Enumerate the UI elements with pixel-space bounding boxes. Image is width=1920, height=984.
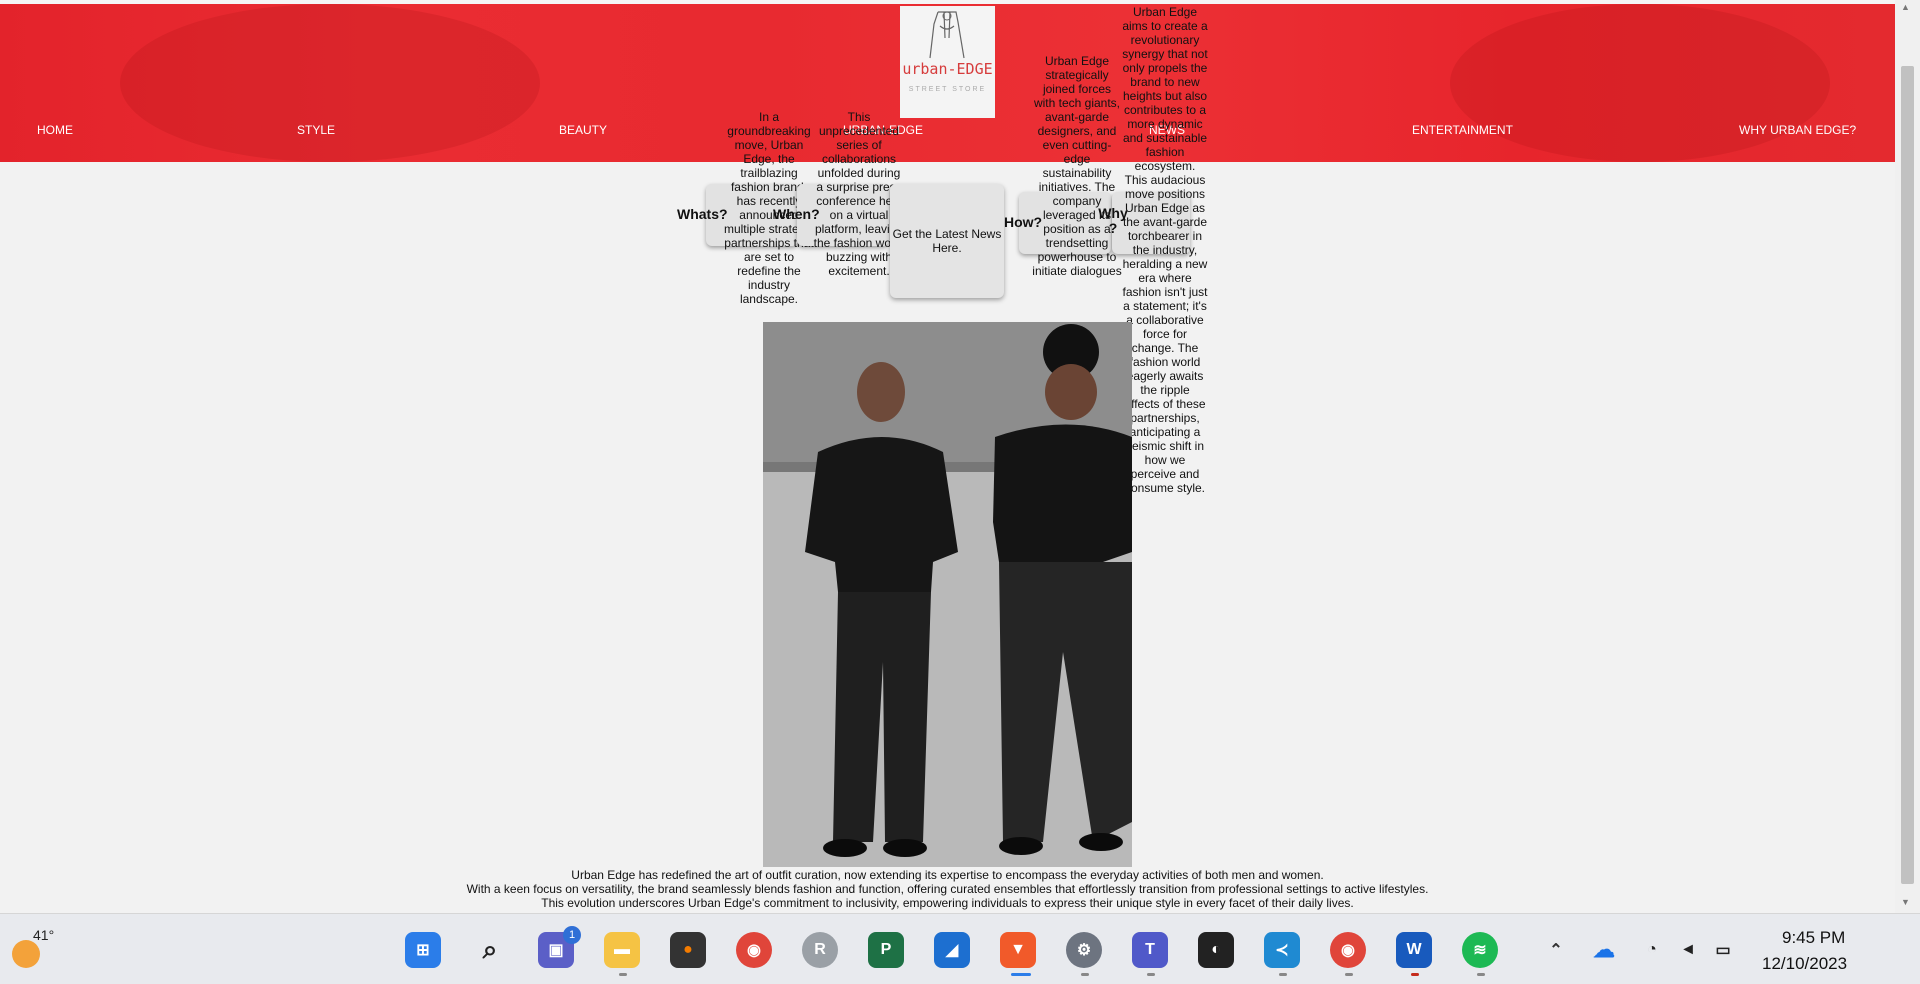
whats-title: Whats? <box>677 206 728 222</box>
file-explorer-icon[interactable]: ▬ <box>604 932 640 968</box>
battery-icon[interactable]: ▭ <box>1705 932 1741 968</box>
teams-icon[interactable]: T <box>1132 932 1168 968</box>
vertical-scrollbar[interactable]: ▲ ▼ <box>1895 0 1920 913</box>
footer-line-1: Urban Edge has redefined the art of outf… <box>571 868 1324 882</box>
chevron-up-icon[interactable]: ⌃ <box>1538 932 1574 968</box>
running-indicator <box>1279 973 1287 976</box>
hero-banner: urban-EDGE STREET STORE HOME STYLE BEAUT… <box>0 4 1895 162</box>
footer-line-2: With a keen focus on versatility, the br… <box>466 882 1429 896</box>
browser-viewport: urban-EDGE STREET STORE HOME STYLE BEAUT… <box>0 0 1895 913</box>
logo-tagline: STREET STORE <box>908 86 987 93</box>
onedrive-icon[interactable]: ☁ <box>1586 932 1622 968</box>
chat-badge: 1 <box>563 926 581 944</box>
wireshark-icon[interactable]: ◢ <box>934 932 970 968</box>
project-icon[interactable]: P <box>868 932 904 968</box>
scroll-up-icon[interactable]: ▲ <box>1901 2 1910 12</box>
running-indicator <box>1411 973 1419 976</box>
wifi-icon[interactable]: ◔ <box>1634 932 1670 968</box>
volume-icon[interactable]: ◄ <box>1670 932 1706 968</box>
nav-home[interactable]: HOME <box>37 123 73 137</box>
footer-line-3: This evolution underscores Urban Edge's … <box>541 896 1354 910</box>
imvu-icon[interactable]: ◐ <box>1198 932 1234 968</box>
scroll-down-icon[interactable]: ▼ <box>1901 897 1910 907</box>
start-icon[interactable]: ⊞ <box>405 932 441 968</box>
clock-date[interactable]: 12/10/2023 <box>1762 954 1847 974</box>
scroll-thumb[interactable] <box>1901 66 1914 884</box>
vscode-icon[interactable]: ≺ <box>1264 932 1300 968</box>
r-icon[interactable]: R <box>802 932 838 968</box>
chrome-profile-icon[interactable]: ◉ <box>1330 932 1366 968</box>
word-icon[interactable]: W <box>1396 932 1432 968</box>
weather-icon[interactable] <box>12 940 40 968</box>
footer-text: Urban Edge has redefined the art of outf… <box>0 868 1895 910</box>
settings-icon[interactable]: ⚙ <box>1066 932 1102 968</box>
brand-logo[interactable]: urban-EDGE STREET STORE <box>900 6 995 118</box>
running-indicator <box>1147 973 1155 976</box>
windows-taskbar: 41° ⊞ ⌕ ▣ 1 ▬ ● ◉ R P ◢ ▼ ⚙ T ◐ ≺ ◉ W ≋ … <box>0 913 1920 984</box>
weather-temp: 41° <box>33 927 55 943</box>
two-men-walking-image <box>763 322 1132 867</box>
why-text: Urban Edge aims to create a revolutionar… <box>1122 5 1208 495</box>
main-nav: HOME STYLE BEAUTY URBAN-EDGE NEWS ENTERT… <box>0 123 1895 139</box>
running-indicator <box>1081 973 1089 976</box>
spotify-icon[interactable]: ≋ <box>1462 932 1498 968</box>
nav-beauty[interactable]: BEAUTY <box>559 123 607 137</box>
nav-style[interactable]: STYLE <box>297 123 335 137</box>
nav-why-urban-edge[interactable]: WHY URBAN EDGE? <box>1739 123 1856 137</box>
running-indicator <box>1477 973 1485 976</box>
logo-figure-icon <box>929 11 965 59</box>
search-icon[interactable]: ⌕ <box>472 932 508 968</box>
clock-time[interactable]: 9:45 PM <box>1782 928 1845 948</box>
latest-news-button[interactable]: Get the Latest News Here. <box>890 184 1004 298</box>
active-indicator <box>1011 973 1031 976</box>
brave-icon[interactable]: ▼ <box>1000 932 1036 968</box>
nav-entertainment[interactable]: ENTERTAINMENT <box>1412 123 1513 137</box>
models-photo <box>763 322 1132 867</box>
running-indicator <box>1345 973 1353 976</box>
running-indicator <box>619 973 627 976</box>
chrome-icon[interactable]: ◉ <box>736 932 772 968</box>
how-text: Urban Edge strategically joined forces w… <box>1032 54 1122 278</box>
logo-name: urban-EDGE <box>902 60 993 78</box>
fl-studio-icon[interactable]: ● <box>670 932 706 968</box>
